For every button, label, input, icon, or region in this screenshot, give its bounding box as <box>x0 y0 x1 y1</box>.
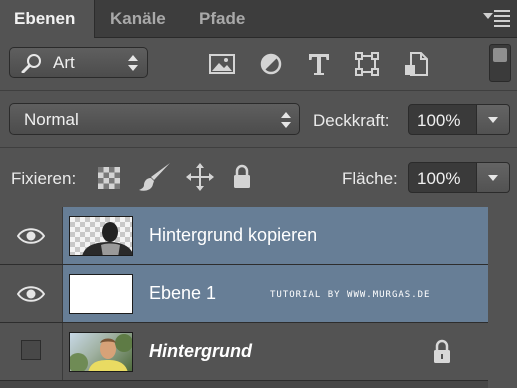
updown-arrows-icon <box>128 54 138 72</box>
lock-all-icon[interactable] <box>232 164 252 190</box>
divider <box>0 90 517 91</box>
image-filter-icon[interactable] <box>208 50 236 78</box>
tab-ebenen[interactable]: Ebenen <box>0 0 95 38</box>
opacity-dropdown-button[interactable] <box>476 105 509 134</box>
shape-filter-icon[interactable] <box>353 50 381 78</box>
lock-position-move-icon[interactable] <box>185 162 215 192</box>
filter-kind-value: Art <box>53 53 75 72</box>
person-silhouette-icon <box>82 222 132 255</box>
visibility-toggle[interactable] <box>0 265 63 322</box>
fill-label: Fläche: <box>342 169 398 188</box>
eye-icon <box>17 286 45 302</box>
scrollbar[interactable] <box>488 207 517 388</box>
layer-thumbnail <box>69 216 133 256</box>
panel-menu-icon[interactable] <box>483 8 511 28</box>
tab-pfade[interactable]: Pfade <box>199 0 245 37</box>
lock-label: Fixieren: <box>11 169 77 188</box>
visibility-toggle[interactable] <box>0 323 63 380</box>
visibility-toggle[interactable] <box>0 207 63 264</box>
divider <box>0 147 517 148</box>
opacity-field[interactable]: 100% <box>408 104 510 135</box>
type-filter-icon[interactable] <box>305 50 333 78</box>
tab-bar: Ebenen Kanäle Pfade <box>0 0 517 38</box>
adjustment-filter-icon[interactable] <box>257 50 285 78</box>
fill-field[interactable]: 100% <box>408 162 510 193</box>
watermark-text: TUTORIAL BY WWW.MURGAS.DE <box>270 290 431 300</box>
layer-thumbnail <box>69 274 133 314</box>
layer-thumbnail <box>69 332 133 372</box>
layer-name[interactable]: Hintergrund kopieren <box>149 225 317 246</box>
layer-row[interactable]: Ebene 1 TUTORIAL BY WWW.MURGAS.DE <box>0 265 488 323</box>
filter-toggle[interactable] <box>489 44 511 82</box>
opacity-label: Deckkraft: <box>313 111 390 130</box>
opacity-value[interactable]: 100% <box>417 111 460 131</box>
layers-panel: Ebenen Kanäle Pfade Art Normal Deckkraft… <box>0 0 517 388</box>
layers-list: Hintergrund kopieren Ebene 1 TUTORIAL BY… <box>0 207 517 388</box>
person-photo-icon <box>70 334 132 371</box>
updown-arrows-icon <box>281 111 291 129</box>
visibility-empty-box <box>21 340 41 360</box>
filter-kind-select[interactable]: Art <box>9 47 148 78</box>
layer-row[interactable]: Hintergrund <box>0 323 488 381</box>
eye-icon <box>17 228 45 244</box>
layer-name[interactable]: Ebene 1 <box>149 283 216 304</box>
layer-row[interactable]: Hintergrund kopieren <box>0 207 488 265</box>
layer-name[interactable]: Hintergrund <box>149 341 252 362</box>
lock-transparent-pixels-icon[interactable] <box>97 166 121 190</box>
tab-kanaele[interactable]: Kanäle <box>110 0 166 37</box>
lock-image-pixels-brush-icon[interactable] <box>137 161 173 193</box>
blend-mode-value: Normal <box>24 110 79 129</box>
search-icon <box>21 54 41 73</box>
fill-dropdown-button[interactable] <box>476 163 509 192</box>
smart-object-filter-icon[interactable] <box>402 50 430 78</box>
blend-mode-select[interactable]: Normal <box>9 103 300 135</box>
lock-icon <box>434 339 450 363</box>
fill-value[interactable]: 100% <box>417 169 460 189</box>
